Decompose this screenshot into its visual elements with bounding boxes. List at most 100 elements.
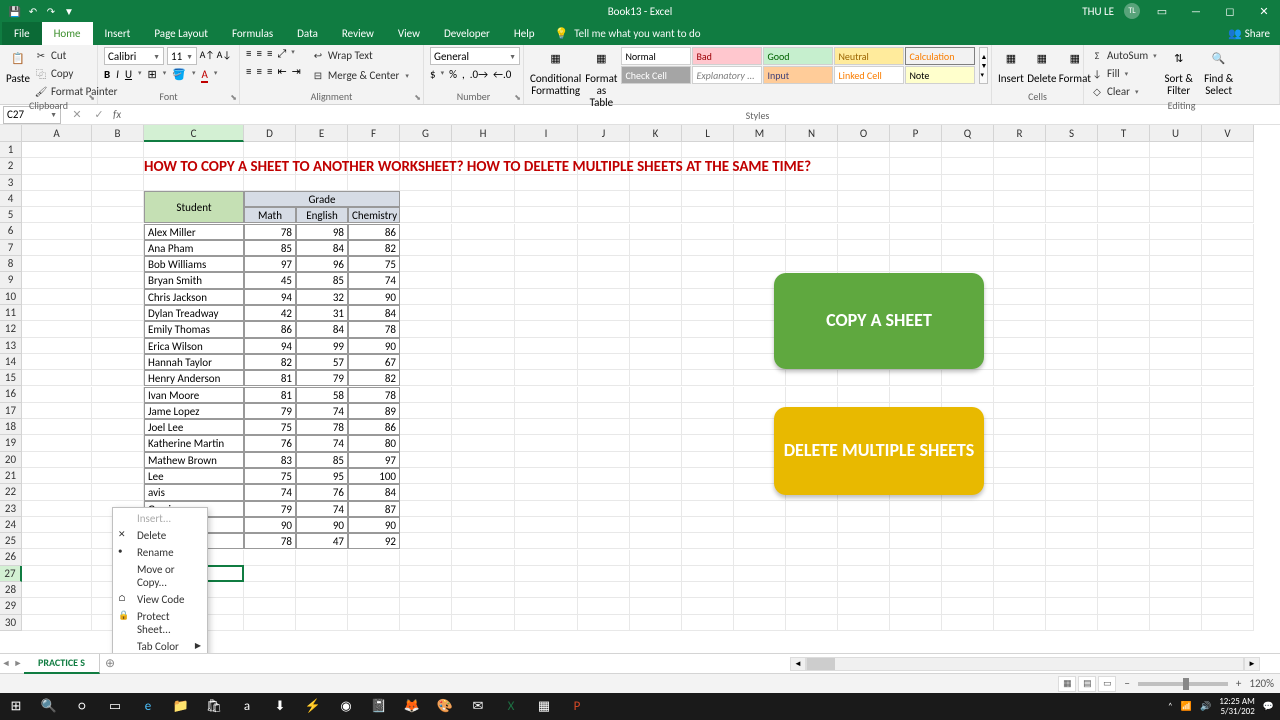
math-header[interactable]: Math bbox=[244, 207, 296, 223]
style-calculation[interactable]: Calculation bbox=[905, 47, 975, 65]
math-cell[interactable]: 85 bbox=[244, 240, 296, 256]
chemistry-cell[interactable]: 90 bbox=[348, 517, 400, 533]
clear-button[interactable]: ◇Clear▾ bbox=[1090, 83, 1157, 99]
chemistry-cell[interactable]: 87 bbox=[348, 501, 400, 517]
row-header-27[interactable]: 27 bbox=[0, 566, 22, 582]
normal-view-icon[interactable]: ▦ bbox=[1058, 676, 1076, 692]
underline-button[interactable]: U bbox=[125, 68, 132, 83]
undo-icon[interactable]: ↶ bbox=[26, 4, 40, 18]
row-header-28[interactable]: 28 bbox=[0, 582, 22, 598]
cells-grid[interactable]: HOW TO COPY A SHEET TO ANOTHER WORKSHEET… bbox=[22, 142, 1280, 653]
math-cell[interactable]: 45 bbox=[244, 272, 296, 288]
tab-formulas[interactable]: Formulas bbox=[220, 22, 285, 45]
ctx-tab-color[interactable]: Tab Color▶ bbox=[115, 638, 205, 653]
math-cell[interactable]: 42 bbox=[244, 305, 296, 321]
student-name-cell[interactable]: Katherine Martin bbox=[144, 435, 244, 451]
row-header-21[interactable]: 21 bbox=[0, 468, 22, 484]
row-header-25[interactable]: 25 bbox=[0, 533, 22, 549]
accounting-format-icon[interactable]: $ bbox=[430, 68, 436, 81]
ctx-delete[interactable]: Delete✕ bbox=[115, 527, 205, 544]
math-cell[interactable]: 74 bbox=[244, 484, 296, 500]
increase-indent-icon[interactable]: ⇥ bbox=[292, 65, 301, 78]
select-all-corner[interactable] bbox=[0, 125, 22, 142]
english-cell[interactable]: 84 bbox=[296, 240, 348, 256]
tab-insert[interactable]: Insert bbox=[93, 22, 143, 45]
number-format-dropdown[interactable]: General▼ bbox=[430, 47, 520, 65]
tab-review[interactable]: Review bbox=[330, 22, 386, 45]
math-cell[interactable]: 76 bbox=[244, 435, 296, 451]
math-cell[interactable]: 94 bbox=[244, 338, 296, 354]
qat-dropdown-icon[interactable]: ▼ bbox=[62, 4, 76, 18]
tab-page-layout[interactable]: Page Layout bbox=[142, 22, 220, 45]
align-left-icon[interactable]: ≡ bbox=[246, 65, 251, 78]
row-header-23[interactable]: 23 bbox=[0, 501, 22, 517]
sort-filter-button[interactable]: ⇅Sort & Filter bbox=[1161, 47, 1197, 97]
chemistry-cell[interactable]: 80 bbox=[348, 435, 400, 451]
english-cell[interactable]: 90 bbox=[296, 517, 348, 533]
english-cell[interactable]: 74 bbox=[296, 403, 348, 419]
col-header-A[interactable]: A bbox=[22, 125, 92, 142]
save-icon[interactable]: 💾 bbox=[8, 4, 22, 18]
english-cell[interactable]: 78 bbox=[296, 419, 348, 435]
file-explorer-icon[interactable]: 📁 bbox=[165, 693, 197, 720]
style-explanatory[interactable]: Explanatory ... bbox=[692, 66, 762, 84]
decrease-indent-icon[interactable]: ⇤ bbox=[277, 65, 286, 78]
english-cell[interactable]: 85 bbox=[296, 452, 348, 468]
col-header-V[interactable]: V bbox=[1202, 125, 1254, 142]
col-header-N[interactable]: N bbox=[786, 125, 838, 142]
tab-help[interactable]: Help bbox=[502, 22, 547, 45]
student-name-cell[interactable]: Alex Miller bbox=[144, 224, 244, 240]
excel-taskbar-icon[interactable]: X bbox=[495, 693, 527, 720]
align-right-icon[interactable]: ≡ bbox=[267, 65, 272, 78]
app-icon-1[interactable]: a bbox=[231, 693, 263, 720]
row-header-10[interactable]: 10 bbox=[0, 289, 22, 305]
english-cell[interactable]: 96 bbox=[296, 256, 348, 272]
row-header-22[interactable]: 22 bbox=[0, 484, 22, 500]
sheet-tab[interactable]: PRACTICE S bbox=[24, 654, 100, 674]
zoom-in-icon[interactable]: + bbox=[1236, 677, 1241, 690]
student-name-cell[interactable]: Bryan Smith bbox=[144, 272, 244, 288]
chemistry-cell[interactable]: 97 bbox=[348, 452, 400, 468]
tell-me-search[interactable]: 💡 Tell me what you want to do bbox=[555, 27, 701, 40]
math-cell[interactable]: 75 bbox=[244, 468, 296, 484]
english-cell[interactable]: 32 bbox=[296, 289, 348, 305]
math-cell[interactable]: 86 bbox=[244, 321, 296, 337]
firefox-icon[interactable]: 🦊 bbox=[396, 693, 428, 720]
paste-button[interactable]: 📋 Paste bbox=[6, 47, 30, 85]
english-cell[interactable]: 74 bbox=[296, 501, 348, 517]
delete-sheets-shape[interactable]: DELETE MULTIPLE SHEETS bbox=[774, 407, 984, 495]
row-header-29[interactable]: 29 bbox=[0, 598, 22, 614]
notifications-icon[interactable]: 💬 bbox=[1263, 701, 1274, 712]
col-header-C[interactable]: C bbox=[144, 125, 244, 142]
delete-cells-button[interactable]: ▦Delete bbox=[1028, 47, 1056, 85]
english-cell[interactable]: 79 bbox=[296, 370, 348, 386]
volume-icon[interactable]: 🔊 bbox=[1200, 701, 1211, 712]
format-as-table-button[interactable]: ▦Format as Table bbox=[585, 47, 617, 109]
zoom-slider[interactable] bbox=[1138, 682, 1228, 686]
english-cell[interactable]: 31 bbox=[296, 305, 348, 321]
student-header[interactable]: Student bbox=[144, 191, 244, 224]
chemistry-cell[interactable]: 92 bbox=[348, 533, 400, 549]
math-cell[interactable]: 90 bbox=[244, 517, 296, 533]
font-size-dropdown[interactable]: 11▼ bbox=[167, 47, 197, 65]
col-header-Q[interactable]: Q bbox=[942, 125, 994, 142]
style-normal[interactable]: Normal bbox=[621, 47, 691, 65]
redo-icon[interactable]: ↷ bbox=[44, 4, 58, 18]
align-middle-icon[interactable]: ≡ bbox=[256, 47, 261, 61]
tab-home[interactable]: Home bbox=[42, 22, 93, 45]
col-header-I[interactable]: I bbox=[515, 125, 578, 142]
wrap-text-button[interactable]: ↩Wrap Text bbox=[311, 47, 409, 63]
chemistry-cell[interactable]: 74 bbox=[348, 272, 400, 288]
row-header-26[interactable]: 26 bbox=[0, 549, 22, 565]
app-icon-4[interactable]: 🎨 bbox=[429, 693, 461, 720]
scroll-left-icon[interactable]: ◄ bbox=[790, 657, 806, 671]
ribbon-options-icon[interactable]: ▭ bbox=[1150, 5, 1174, 18]
math-cell[interactable]: 79 bbox=[244, 403, 296, 419]
fx-label[interactable]: fx bbox=[113, 108, 121, 121]
enter-formula-icon[interactable]: ✓ bbox=[91, 108, 107, 121]
user-avatar[interactable]: TL bbox=[1124, 3, 1140, 19]
orientation-icon[interactable]: ⤢ bbox=[277, 47, 286, 61]
col-header-J[interactable]: J bbox=[578, 125, 630, 142]
chemistry-cell[interactable]: 67 bbox=[348, 354, 400, 370]
font-launcher-icon[interactable]: ⬊ bbox=[230, 93, 237, 103]
